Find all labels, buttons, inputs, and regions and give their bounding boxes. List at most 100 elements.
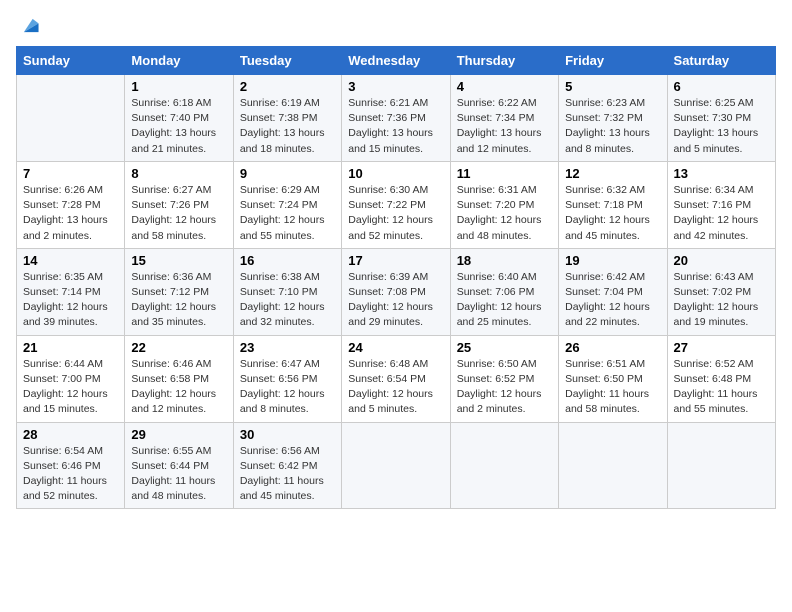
day-info: Sunrise: 6:36 AMSunset: 7:12 PMDaylight:… bbox=[131, 270, 226, 331]
day-info-line: Daylight: 12 hours bbox=[565, 214, 650, 226]
day-info-line: Sunrise: 6:50 AM bbox=[457, 358, 537, 370]
day-info: Sunrise: 6:51 AMSunset: 6:50 PMDaylight:… bbox=[565, 357, 660, 418]
day-info-line: and 58 minutes. bbox=[131, 230, 206, 242]
day-info-line: and 52 minutes. bbox=[23, 490, 98, 502]
day-info-line: Sunrise: 6:48 AM bbox=[348, 358, 428, 370]
day-number: 30 bbox=[240, 427, 335, 442]
day-info-line: and 25 minutes. bbox=[457, 316, 532, 328]
day-cell: 17Sunrise: 6:39 AMSunset: 7:08 PMDayligh… bbox=[342, 248, 450, 335]
day-cell: 2Sunrise: 6:19 AMSunset: 7:38 PMDaylight… bbox=[233, 75, 341, 162]
day-info-line: Daylight: 12 hours bbox=[131, 214, 216, 226]
day-number: 4 bbox=[457, 79, 552, 94]
day-info: Sunrise: 6:38 AMSunset: 7:10 PMDaylight:… bbox=[240, 270, 335, 331]
col-header-monday: Monday bbox=[125, 47, 233, 75]
col-header-thursday: Thursday bbox=[450, 47, 558, 75]
day-info: Sunrise: 6:39 AMSunset: 7:08 PMDaylight:… bbox=[348, 270, 443, 331]
day-info-line: and 8 minutes. bbox=[240, 403, 309, 415]
day-cell: 14Sunrise: 6:35 AMSunset: 7:14 PMDayligh… bbox=[17, 248, 125, 335]
day-info-line: and 18 minutes. bbox=[240, 143, 315, 155]
day-info-line: Sunrise: 6:44 AM bbox=[23, 358, 103, 370]
day-cell bbox=[450, 422, 558, 509]
day-info-line: Sunrise: 6:39 AM bbox=[348, 271, 428, 283]
day-info-line: Sunset: 7:00 PM bbox=[23, 373, 101, 385]
day-number: 12 bbox=[565, 166, 660, 181]
day-number: 14 bbox=[23, 253, 118, 268]
week-row-3: 14 Sunrise: 6:35 AM Sunset: 7:14 PM Dayligh… bbox=[17, 248, 776, 335]
col-header-saturday: Saturday bbox=[667, 47, 775, 75]
day-info-line: and 5 minutes. bbox=[674, 143, 743, 155]
day-cell: 12 Sunrise: 6:32 AM Sunset: 7:18 PM Dayligh… bbox=[559, 161, 667, 248]
day-info: Sunrise: 6:52 AMSunset: 6:48 PMDaylight:… bbox=[674, 357, 769, 418]
day-info-line: and 12 minutes. bbox=[457, 143, 532, 155]
day-number: 19 bbox=[565, 253, 660, 268]
day-info-line: and 35 minutes. bbox=[131, 316, 206, 328]
day-cell: 4Sunrise: 6:22 AMSunset: 7:34 PMDaylight… bbox=[450, 75, 558, 162]
day-info-line: and 15 minutes. bbox=[23, 403, 98, 415]
day-info-line: Sunset: 6:46 PM bbox=[23, 460, 101, 472]
day-info-line: Sunset: 7:18 PM bbox=[565, 199, 643, 211]
day-cell: 6Sunrise: 6:25 AMSunset: 7:30 PMDaylight… bbox=[667, 75, 775, 162]
day-number: 20 bbox=[674, 253, 769, 268]
day-cell: 3Sunrise: 6:21 AMSunset: 7:36 PMDaylight… bbox=[342, 75, 450, 162]
day-info-line: Sunset: 7:40 PM bbox=[131, 112, 209, 124]
day-info: Sunrise: 6:40 AMSunset: 7:06 PMDaylight:… bbox=[457, 270, 552, 331]
week-row-5: 28Sunrise: 6:54 AMSunset: 6:46 PMDayligh… bbox=[17, 422, 776, 509]
day-info-line: Sunset: 7:06 PM bbox=[457, 286, 535, 298]
day-info: Sunrise: 6:26 AMSunset: 7:28 PMDaylight:… bbox=[23, 183, 118, 244]
day-number: 29 bbox=[131, 427, 226, 442]
day-info-line: Sunrise: 6:35 AM bbox=[23, 271, 103, 283]
day-info-line: Sunrise: 6:19 AM bbox=[240, 97, 320, 109]
day-info-line: and 39 minutes. bbox=[23, 316, 98, 328]
day-info: Sunrise: 6:29 AMSunset: 7:24 PMDaylight:… bbox=[240, 183, 335, 244]
day-info: Sunrise: 6:32 AM Sunset: 7:18 PM Daylight:… bbox=[565, 183, 660, 244]
day-info-line: Sunset: 7:30 PM bbox=[674, 112, 752, 124]
day-info-line: and 21 minutes. bbox=[131, 143, 206, 155]
day-info-line: and 8 minutes. bbox=[565, 143, 634, 155]
day-info: Sunrise: 6:35 AMSunset: 7:14 PMDaylight:… bbox=[23, 270, 118, 331]
day-info-line: Sunset: 6:56 PM bbox=[240, 373, 318, 385]
day-number: 28 bbox=[23, 427, 118, 442]
day-info-line: Sunset: 6:54 PM bbox=[348, 373, 426, 385]
day-info-line: Daylight: 12 hours bbox=[457, 388, 542, 400]
day-cell: 23Sunrise: 6:47 AMSunset: 6:56 PMDayligh… bbox=[233, 335, 341, 422]
day-cell: 16Sunrise: 6:38 AMSunset: 7:10 PMDayligh… bbox=[233, 248, 341, 335]
day-info-line: and 5 minutes. bbox=[348, 403, 417, 415]
day-number: 5 bbox=[565, 79, 660, 94]
day-info-line: Daylight: 11 hours bbox=[23, 475, 107, 487]
day-number: 11 bbox=[457, 166, 552, 181]
calendar-table: SundayMondayTuesdayWednesdayThursdayFrid… bbox=[16, 46, 776, 509]
day-number: 18 bbox=[457, 253, 552, 268]
day-info-line: Sunrise: 6:34 AM bbox=[674, 184, 754, 196]
day-info-line: Sunset: 7:14 PM bbox=[23, 286, 101, 298]
day-cell: 29Sunrise: 6:55 AMSunset: 6:44 PMDayligh… bbox=[125, 422, 233, 509]
day-cell: 18 Sunrise: 6:40 AMSunset: 7:06 PMDayligh… bbox=[450, 248, 558, 335]
day-info-line: Sunrise: 6:22 AM bbox=[457, 97, 537, 109]
day-cell bbox=[17, 75, 125, 162]
day-info-line: Sunset: 7:10 PM bbox=[240, 286, 318, 298]
day-info: Sunrise: 6:18 AMSunset: 7:40 PMDaylight:… bbox=[131, 96, 226, 157]
day-info-line: Sunrise: 6:42 AM bbox=[565, 271, 645, 283]
day-number: 6 bbox=[674, 79, 769, 94]
col-header-sunday: Sunday bbox=[17, 47, 125, 75]
day-info-line: and 32 minutes. bbox=[240, 316, 315, 328]
day-info: Sunrise: 6:50 AMSunset: 6:52 PMDaylight:… bbox=[457, 357, 552, 418]
day-info-line: Sunset: 7:04 PM bbox=[565, 286, 643, 298]
day-info-line: and 55 minutes. bbox=[240, 230, 315, 242]
day-info-line: Sunrise: 6:26 AM bbox=[23, 184, 103, 196]
day-info-line: Sunrise: 6:32 AM bbox=[565, 184, 645, 196]
day-cell: 7Sunrise: 6:26 AMSunset: 7:28 PMDaylight… bbox=[17, 161, 125, 248]
day-cell: 25Sunrise: 6:50 AMSunset: 6:52 PMDayligh… bbox=[450, 335, 558, 422]
day-number: 15 bbox=[131, 253, 226, 268]
day-info-line: and 48 minutes. bbox=[131, 490, 206, 502]
day-cell: 5 Sunrise: 6:23 AMSunset: 7:32 PMDaylight… bbox=[559, 75, 667, 162]
day-info-line: Sunset: 7:38 PM bbox=[240, 112, 318, 124]
day-info-line: and 58 minutes. bbox=[565, 403, 640, 415]
day-info: Sunrise: 6:43 AMSunset: 7:02 PMDaylight:… bbox=[674, 270, 769, 331]
day-info-line: Daylight: 12 hours bbox=[348, 301, 433, 313]
day-info-line: Sunrise: 6:55 AM bbox=[131, 445, 211, 457]
day-info-line: Daylight: 12 hours bbox=[348, 388, 433, 400]
day-info-line: Sunrise: 6:23 AM bbox=[565, 97, 645, 109]
day-info-line: Sunrise: 6:52 AM bbox=[674, 358, 754, 370]
day-info: Sunrise: 6:23 AMSunset: 7:32 PMDaylight:… bbox=[565, 96, 660, 157]
day-cell: 21Sunrise: 6:44 AMSunset: 7:00 PMDayligh… bbox=[17, 335, 125, 422]
